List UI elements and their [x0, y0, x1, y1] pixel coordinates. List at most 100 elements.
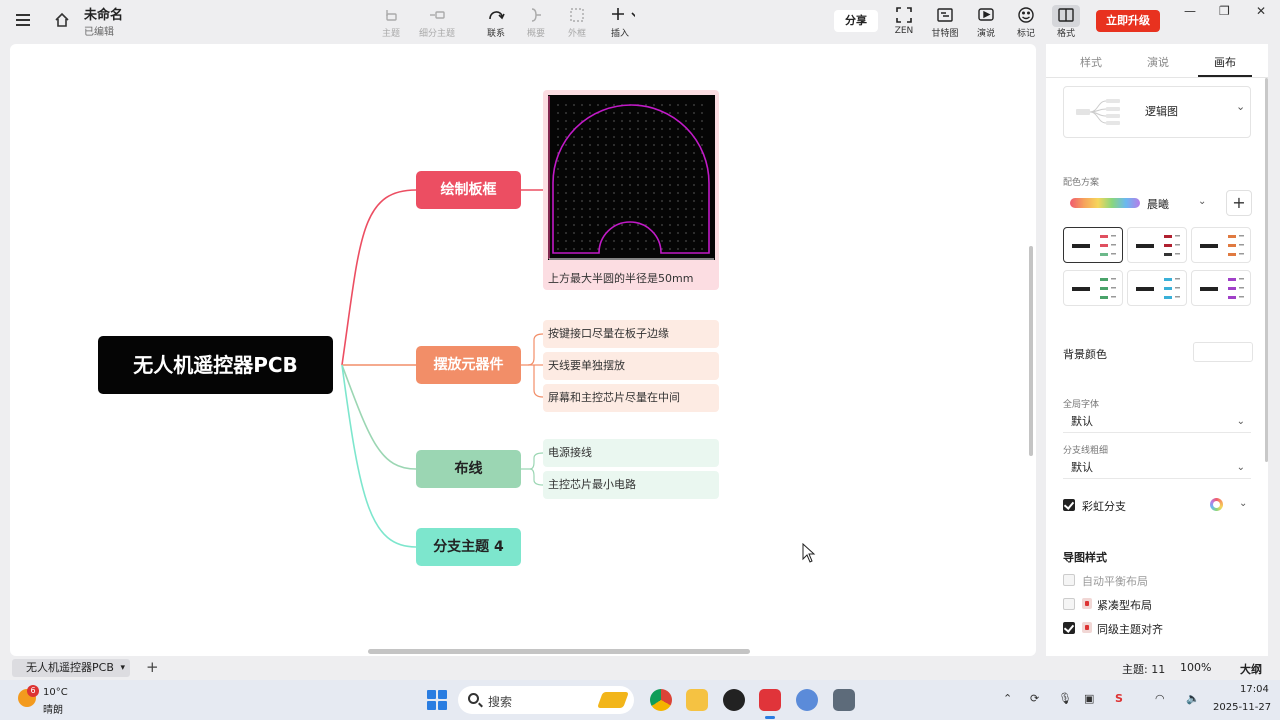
structure-select[interactable]: 逻辑图 ⌄: [1063, 86, 1251, 138]
outline-button[interactable]: 大纲: [1240, 661, 1262, 677]
chevron-down-icon[interactable]: ⌄: [1239, 498, 1247, 509]
share-button[interactable]: 分享: [834, 10, 878, 32]
root-topic[interactable]: 无人机遥控器PCB: [98, 336, 333, 394]
rainbow-branch-checkbox[interactable]: [1063, 499, 1075, 511]
relationship-button[interactable]: 联系: [474, 6, 518, 39]
document-title[interactable]: 未命名: [84, 4, 123, 23]
add-color-scheme-button[interactable]: +: [1226, 190, 1252, 216]
plus-icon: [612, 8, 635, 20]
boundary-button[interactable]: 外框: [555, 6, 599, 39]
obs-icon[interactable]: [723, 689, 745, 711]
chevron-down-icon[interactable]: ▾: [120, 659, 125, 677]
global-font-label: 全局字体: [1063, 400, 1100, 410]
speaker-icon[interactable]: 🔈: [1186, 692, 1200, 705]
tab-present[interactable]: 演说: [1147, 54, 1169, 70]
tab-canvas[interactable]: 画布: [1214, 54, 1236, 70]
tray-chevron-up-icon[interactable]: ⌃: [1003, 692, 1012, 705]
title-bar: 未命名 已编辑 主题 细分主题 联系 概要 外框 插入 分享 ZEN 甘特图 演…: [0, 0, 1280, 42]
subtopic-power[interactable]: 电源接线: [543, 439, 719, 467]
compact-layout-checkbox[interactable]: [1063, 598, 1075, 610]
auto-balance-checkbox[interactable]: [1063, 574, 1075, 586]
taskbar-search[interactable]: 搜索: [458, 686, 634, 714]
add-sheet-button[interactable]: +: [146, 658, 159, 676]
zoom-level[interactable]: 100%: [1180, 661, 1211, 674]
board-outline-image-card[interactable]: 上方最大半圆的半径是50mm: [543, 90, 719, 290]
compact-layout-label: 紧凑型布局: [1097, 599, 1152, 612]
relationship-icon: [489, 11, 505, 20]
clock-time[interactable]: 17:04: [1240, 684, 1269, 695]
theme-thumb-1[interactable]: [1063, 227, 1123, 263]
chevron-down-icon[interactable]: ⌄: [1198, 196, 1206, 207]
wifi-icon[interactable]: ◠: [1155, 692, 1165, 705]
gantt-button[interactable]: 甘特图: [923, 6, 967, 39]
active-app-indicator: [765, 716, 775, 719]
insert-button[interactable]: 插入: [598, 6, 642, 39]
theme-thumb-5[interactable]: [1127, 270, 1187, 306]
logic-chart-icon: [1076, 99, 1120, 125]
microphone-icon[interactable]: 🎙: [1058, 692, 1072, 705]
smiley-icon: [1018, 7, 1034, 23]
subtopic-button-edge[interactable]: 按键接口尽量在板子边缘: [543, 320, 719, 348]
branch-width-select[interactable]: 默认 ⌄: [1063, 457, 1251, 479]
subtopic-mcu-minimal[interactable]: 主控芯片最小电路: [543, 471, 719, 499]
lock-icon: [1082, 622, 1092, 633]
theme-thumb-2[interactable]: [1127, 227, 1187, 263]
marker-button[interactable]: 标记: [1004, 6, 1048, 39]
image-caption: 上方最大半圆的半径是50mm: [548, 272, 694, 285]
canvas-horizontal-scrollbar[interactable]: [368, 649, 750, 654]
weather-temperature[interactable]: 10°C: [43, 687, 68, 698]
input-method-icon[interactable]: S: [1115, 692, 1123, 705]
color-scheme-name[interactable]: 晨曦: [1147, 196, 1169, 212]
rainbow-color-picker-icon[interactable]: [1210, 498, 1223, 511]
rainbow-branch-label: 彩虹分支: [1082, 500, 1126, 513]
clock-date[interactable]: 2025-11-27: [1213, 702, 1271, 713]
subtopic-antenna[interactable]: 天线要单独摆放: [543, 352, 719, 380]
canvas-vertical-scrollbar[interactable]: [1029, 246, 1033, 456]
weather-badge: 6: [27, 685, 39, 697]
branch-width-label: 分支线粗细: [1063, 446, 1109, 456]
auto-balance-label: 自动平衡布局: [1082, 575, 1148, 588]
panel-scrollbar[interactable]: [1265, 78, 1268, 462]
branch-routing[interactable]: 布线: [416, 450, 521, 488]
theme-thumb-3[interactable]: [1191, 227, 1251, 263]
windows-start-icon[interactable]: [427, 690, 447, 710]
camera-icon[interactable]: [833, 689, 855, 711]
maximize-button[interactable]: ❐: [1219, 4, 1230, 18]
format-panel-icon: [1058, 8, 1074, 22]
branch-topic-4[interactable]: 分支主题 4: [416, 528, 521, 566]
subtopic-button[interactable]: 细分主题: [414, 6, 460, 39]
topic-button[interactable]: 主题: [369, 6, 413, 39]
search-icon: [468, 693, 479, 704]
present-button[interactable]: 演说: [964, 6, 1008, 39]
color-scheme-swatch[interactable]: [1070, 198, 1140, 208]
align-same-level-checkbox[interactable]: [1063, 622, 1075, 634]
zen-button[interactable]: ZEN: [882, 6, 926, 36]
pcb-outline-image: [548, 95, 715, 260]
summary-button[interactable]: 概要: [514, 6, 558, 39]
bg-color-picker[interactable]: [1193, 342, 1253, 362]
align-same-level-label: 同级主题对齐: [1097, 623, 1163, 636]
upgrade-button[interactable]: 立即升级: [1096, 10, 1160, 32]
minimize-button[interactable]: —: [1184, 4, 1196, 18]
theme-thumb-4[interactable]: [1063, 270, 1123, 306]
chrome-icon[interactable]: [650, 689, 672, 711]
camera-tray-icon[interactable]: ▣: [1084, 692, 1094, 705]
branch-draw-board-outline[interactable]: 绘制板框: [416, 171, 521, 209]
sheet-tab[interactable]: 无人机遥控器PCB ▾: [12, 659, 130, 677]
subtopic-screen-mcu[interactable]: 屏幕和主控芯片尽量在中间: [543, 384, 719, 412]
chevron-down-icon: ⌄: [1236, 462, 1245, 473]
home-icon[interactable]: [54, 12, 70, 28]
global-font-select[interactable]: 默认 ⌄: [1063, 411, 1251, 433]
xmind-icon[interactable]: [759, 689, 781, 711]
network-app-icon[interactable]: [796, 689, 818, 711]
tab-style[interactable]: 样式: [1080, 54, 1102, 70]
sync-icon[interactable]: ⟳: [1030, 692, 1039, 705]
format-button[interactable]: 格式: [1044, 6, 1088, 39]
menu-icon[interactable]: [16, 14, 30, 26]
subtopic-icon: [430, 11, 445, 19]
theme-thumb-6[interactable]: [1191, 270, 1251, 306]
branch-place-components[interactable]: 摆放元器件: [416, 346, 521, 384]
weather-description[interactable]: 晴朗: [43, 701, 63, 716]
close-button[interactable]: ✕: [1256, 4, 1266, 18]
file-explorer-icon[interactable]: [686, 689, 708, 711]
